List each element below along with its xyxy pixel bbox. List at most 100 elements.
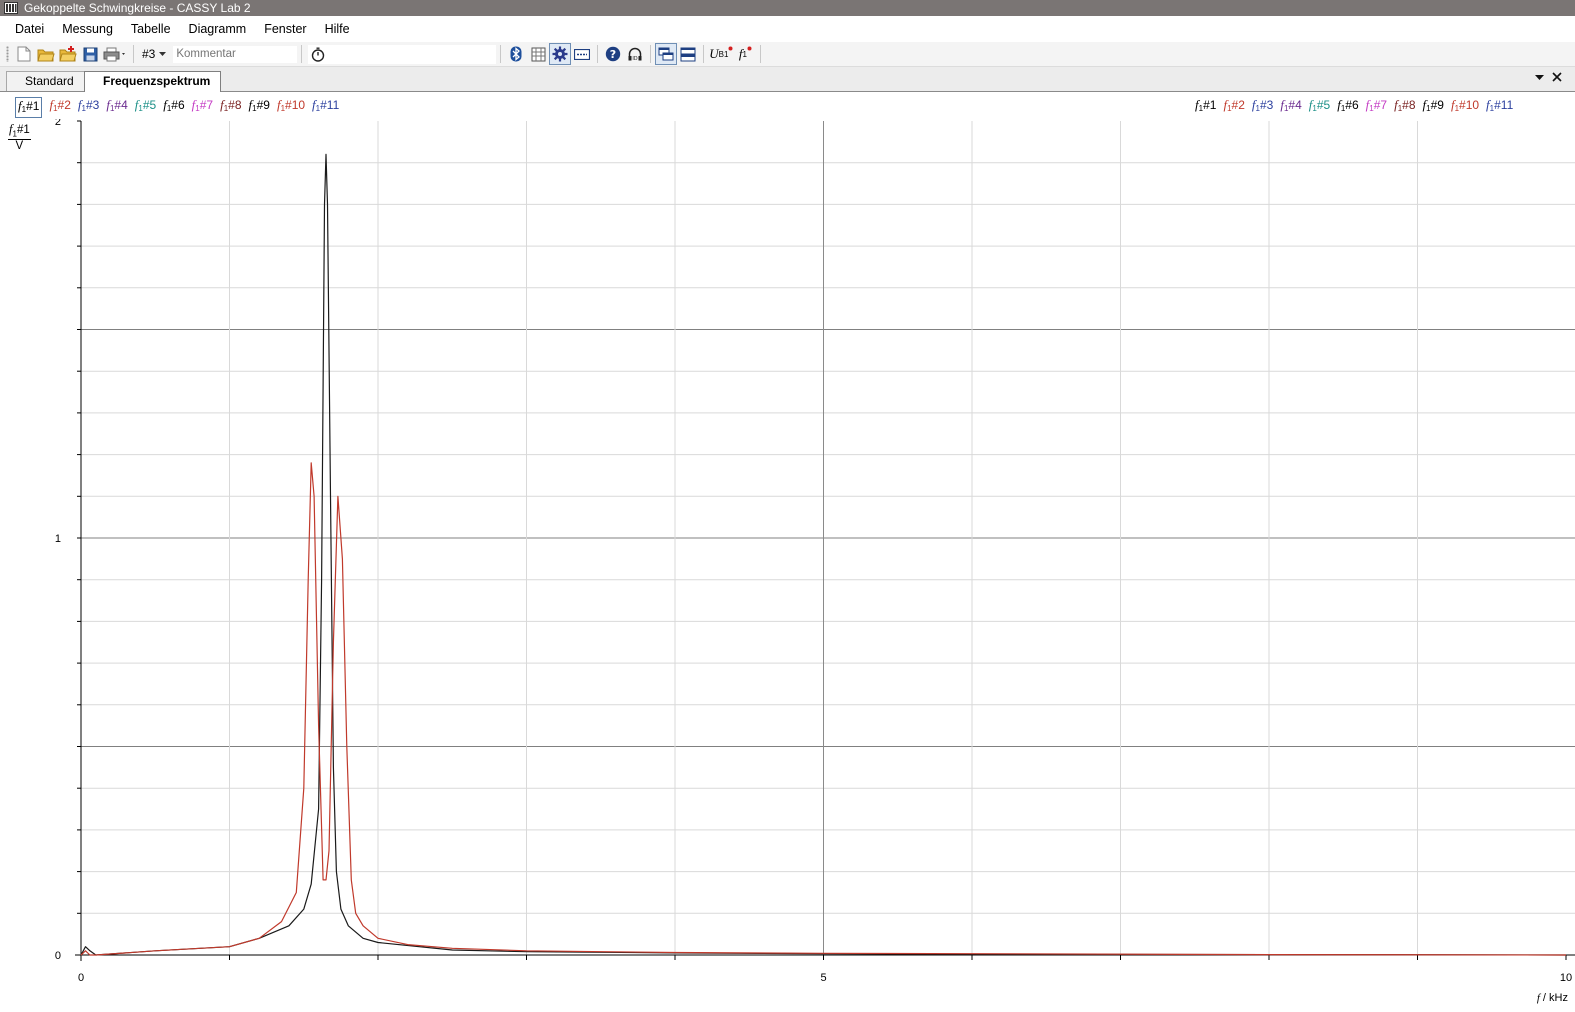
- save-button[interactable]: [79, 43, 101, 65]
- close-icon: [1552, 72, 1562, 82]
- channel-left-1[interactable]: f1#1: [15, 97, 43, 118]
- y-tick-label: 0: [55, 950, 61, 962]
- ub1-sub: B1: [718, 49, 729, 59]
- timer-field[interactable]: [308, 44, 497, 64]
- cassy-lab-window: Gekoppelte Schwingkreise - CASSY Lab 2 D…: [0, 0, 1575, 1012]
- open-icon: [37, 49, 55, 61]
- display-icon: [574, 48, 591, 60]
- channel-left-5[interactable]: f1#5: [135, 97, 156, 118]
- channel-right-2[interactable]: f1#2: [1223, 97, 1244, 116]
- comment-input[interactable]: [173, 45, 298, 63]
- settings-icon: [552, 46, 568, 62]
- channel-right-8[interactable]: f1#8: [1394, 97, 1415, 116]
- app-icon: [4, 2, 18, 14]
- channel-right-4[interactable]: f1#4: [1280, 97, 1301, 116]
- channel-list-left: f1#1 f1#2 f1#3 f1#4 f1#5 f1#6 f1#7 f1#8 f1#9 f1#1…: [15, 97, 346, 118]
- channel-right-1[interactable]: f1#1: [1195, 97, 1216, 116]
- menu-messung[interactable]: Messung: [53, 19, 122, 39]
- svg-text:?: ?: [610, 48, 616, 61]
- toolbar: #3 ? ID: [0, 42, 1575, 67]
- timer-input[interactable]: [327, 44, 497, 64]
- svg-text:ID: ID: [633, 56, 638, 62]
- channel-right-6[interactable]: f1#6: [1337, 97, 1358, 116]
- table-button[interactable]: [527, 43, 549, 65]
- help-icon: ?: [606, 46, 621, 62]
- menu-datei[interactable]: Datei: [6, 19, 53, 39]
- x-tick-label: 10: [1560, 972, 1572, 984]
- print-button[interactable]: [101, 43, 129, 65]
- channel-left-7[interactable]: f1#7: [192, 97, 213, 118]
- channel-right-5[interactable]: f1#5: [1309, 97, 1330, 116]
- window-layout-2-button[interactable]: [677, 43, 699, 65]
- toolbar-grip[interactable]: [6, 46, 9, 62]
- help-button[interactable]: ?: [602, 43, 624, 65]
- new-button[interactable]: [13, 43, 35, 65]
- channel-bar: f1#1 f1#2 f1#3 f1#4 f1#5 f1#6 f1#7 f1#8 f1#9 f1#1…: [0, 92, 1575, 119]
- red-dot-icon: [728, 46, 733, 50]
- table-icon: [531, 47, 546, 61]
- bluetooth-icon: [510, 46, 522, 62]
- x-axis-label: f / kHz: [1537, 992, 1568, 1004]
- menu-bar: Datei Messung Tabelle Diagramm Fenster H…: [0, 16, 1575, 42]
- frequency-spectrum-chart[interactable]: 0 1 2 0 5 10 f / kHz: [0, 119, 1575, 1012]
- channel-left-6[interactable]: f1#6: [163, 97, 184, 118]
- toolbar-separator: [703, 45, 705, 63]
- title-bar: Gekoppelte Schwingkreise - CASSY Lab 2: [0, 0, 1575, 16]
- headset-button[interactable]: ID: [624, 43, 646, 65]
- tab-strip: Standard Frequenzspektrum: [0, 67, 1575, 92]
- f1-sensor-button[interactable]: f1: [734, 43, 756, 65]
- measurement-number: #3: [142, 47, 156, 61]
- y-tick-label: 2: [55, 119, 61, 128]
- toolbar-separator: [301, 45, 303, 63]
- chevron-down-icon: [159, 52, 167, 56]
- channel-left-4[interactable]: f1#4: [106, 97, 127, 118]
- f1-sub: 1: [742, 49, 747, 59]
- tab-frequenzspektrum[interactable]: Frequenzspektrum: [84, 71, 222, 92]
- window-title: Gekoppelte Schwingkreise - CASSY Lab 2: [24, 1, 251, 15]
- red-dot-icon: [747, 46, 752, 50]
- tab-list-button[interactable]: [1534, 71, 1545, 86]
- channel-left-2[interactable]: f1#2: [49, 97, 70, 118]
- open-button[interactable]: [35, 43, 57, 65]
- menu-fenster[interactable]: Fenster: [255, 19, 315, 39]
- channel-right-7[interactable]: f1#7: [1366, 97, 1387, 116]
- channel-left-3[interactable]: f1#3: [78, 97, 99, 118]
- timer-icon: [312, 47, 325, 62]
- x-tick-label: 5: [820, 972, 826, 984]
- channel-right-10[interactable]: f1#10: [1451, 97, 1479, 116]
- menu-hilfe[interactable]: Hilfe: [316, 19, 359, 39]
- y-tick-label: 1: [55, 533, 61, 545]
- menu-diagramm[interactable]: Diagramm: [180, 19, 256, 39]
- tab-standard[interactable]: Standard: [6, 71, 85, 91]
- measurement-selector[interactable]: #3: [138, 47, 171, 61]
- toolbar-separator: [133, 45, 134, 63]
- channel-right-3[interactable]: f1#3: [1252, 97, 1273, 116]
- bluetooth-button[interactable]: [505, 43, 527, 65]
- open-add-icon: [59, 46, 77, 62]
- channel-right-9[interactable]: f1#9: [1423, 97, 1444, 116]
- channel-right-11[interactable]: f1#11: [1486, 97, 1513, 116]
- ub1-label: U: [709, 46, 719, 61]
- x-tick-label: 0: [78, 972, 84, 984]
- settings-button[interactable]: [549, 43, 572, 65]
- toolbar-separator: [597, 45, 599, 63]
- window-layout-1-button[interactable]: [655, 43, 678, 65]
- toolbar-separator: [760, 45, 762, 63]
- ub1-sensor-button[interactable]: U B1: [708, 43, 734, 65]
- new-icon: [17, 46, 31, 62]
- channel-left-9[interactable]: f1#9: [249, 97, 270, 118]
- display-button[interactable]: [571, 43, 593, 65]
- close-tab-button[interactable]: [1551, 71, 1563, 86]
- toolbar-separator: [500, 45, 502, 63]
- save-icon: [83, 47, 97, 61]
- print-icon: [103, 47, 125, 61]
- window-layout-1-icon: [658, 47, 674, 60]
- open-add-button[interactable]: [57, 43, 79, 65]
- channel-list-right: f1#1 f1#2 f1#3 f1#4 f1#5 f1#6 f1#7 f1#8 f1#9 f1#1…: [1195, 97, 1520, 116]
- menu-tabelle[interactable]: Tabelle: [122, 19, 180, 39]
- channel-left-8[interactable]: f1#8: [220, 97, 241, 118]
- headset-icon: ID: [628, 47, 642, 62]
- window-layout-2-icon: [680, 47, 696, 61]
- channel-left-10[interactable]: f1#10: [277, 97, 305, 118]
- channel-left-11[interactable]: f1#11: [312, 97, 339, 118]
